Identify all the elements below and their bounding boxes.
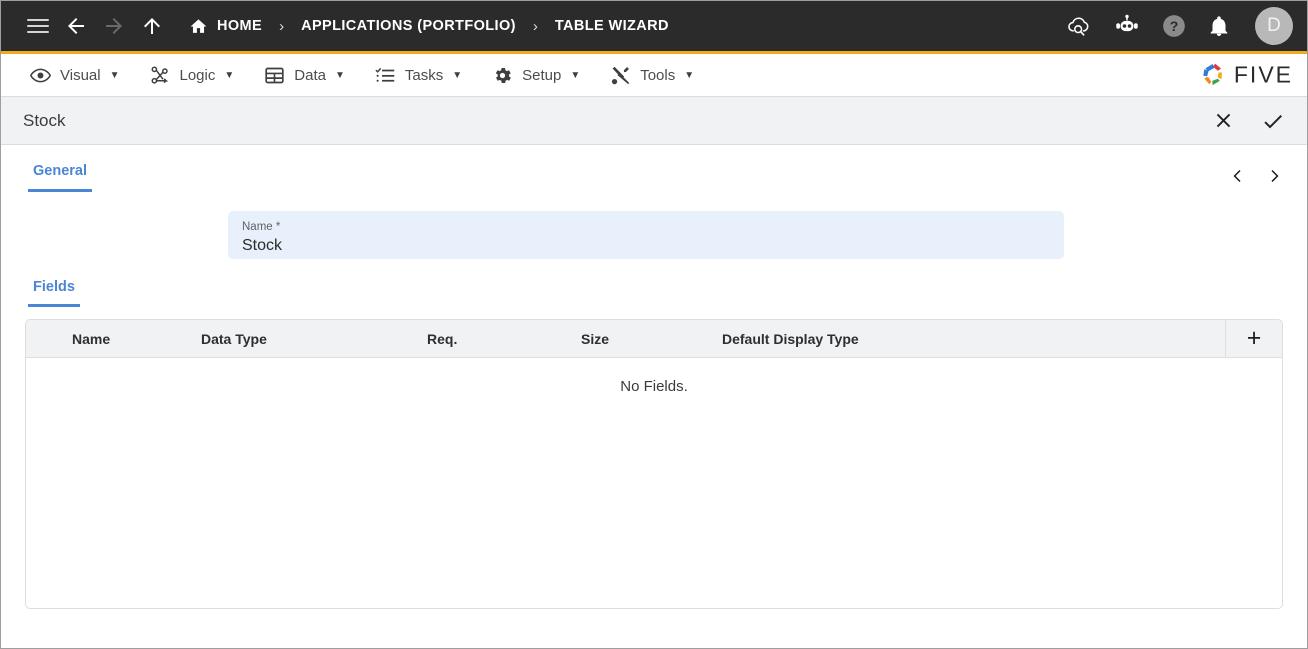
name-input[interactable]: Stock (242, 235, 1050, 257)
fields-table-header: Name Data Type Req. Size Default Display… (26, 320, 1282, 358)
save-button[interactable] (1261, 109, 1285, 133)
column-header-data-type: Data Type (199, 331, 425, 347)
menu-item-tasks[interactable]: Tasks ▼ (360, 54, 477, 96)
breadcrumb-label: APPLICATIONS (PORTFOLIO) (301, 18, 516, 34)
menu-item-logic[interactable]: Logic ▼ (135, 54, 250, 96)
checklist-icon (375, 65, 396, 86)
help-icon: ? (1161, 13, 1187, 39)
chevron-down-icon: ▼ (684, 70, 694, 81)
general-tab-row: General (25, 145, 1283, 192)
application-menu-bar: Visual ▼ Logic ▼ (1, 54, 1307, 97)
chevron-down-icon: ▼ (335, 70, 345, 81)
forward-button[interactable] (95, 7, 133, 45)
app-window: HOME › APPLICATIONS (PORTFOLIO) › TABLE … (0, 0, 1308, 649)
brand-name: FIVE (1234, 62, 1293, 89)
record-header-bar: Stock (1, 97, 1307, 145)
menu-item-tools[interactable]: Tools ▼ (595, 54, 709, 96)
table-grid-icon (264, 65, 285, 86)
menu-item-data[interactable]: Data ▼ (249, 54, 360, 96)
menu-item-label: Logic (180, 67, 216, 84)
assistant-robot-button[interactable] (1113, 14, 1141, 38)
fields-table-empty-message: No Fields. (26, 358, 1282, 395)
fields-tab-row: Fields (25, 259, 1283, 307)
breadcrumb-separator: › (533, 18, 538, 35)
cancel-button[interactable] (1212, 109, 1235, 132)
tools-icon (610, 65, 631, 86)
back-button[interactable] (57, 7, 95, 45)
general-fields: Name * Stock (25, 192, 1283, 259)
avatar[interactable]: D (1255, 7, 1293, 45)
logic-nodes-icon (150, 65, 171, 86)
chevron-down-icon: ▼ (110, 70, 120, 81)
page-title: Stock (23, 111, 66, 131)
svg-text:?: ? (1170, 18, 1179, 34)
previous-record-button[interactable] (1229, 166, 1247, 186)
form-tabs: General (25, 163, 92, 192)
five-pinwheel-logo (1200, 62, 1227, 89)
bell-icon (1207, 14, 1231, 38)
arrow-right-icon (102, 14, 126, 38)
menu-item-label: Tools (640, 67, 675, 84)
hamburger-icon (27, 15, 49, 37)
breadcrumb-label: TABLE WIZARD (555, 18, 669, 34)
breadcrumb-separator: › (279, 18, 284, 35)
home-icon (189, 17, 208, 36)
column-header-size: Size (579, 331, 720, 347)
menu-item-setup[interactable]: Setup ▼ (477, 54, 595, 96)
gear-icon (492, 65, 513, 86)
tab-fields[interactable]: Fields (28, 279, 80, 307)
column-header-req: Req. (425, 331, 579, 347)
next-record-button[interactable] (1265, 166, 1283, 186)
chevron-right-icon (1265, 166, 1283, 186)
add-field-button[interactable]: + (1225, 320, 1282, 357)
record-pager (1229, 166, 1283, 192)
breadcrumb-label: HOME (217, 18, 262, 34)
chevron-down-icon: ▼ (570, 70, 580, 81)
menu-item-visual[interactable]: Visual ▼ (15, 54, 135, 96)
menu-item-label: Tasks (405, 67, 443, 84)
robot-icon (1113, 14, 1141, 38)
breadcrumb: HOME › APPLICATIONS (PORTFOLIO) › TABLE … (189, 17, 1066, 36)
tab-general[interactable]: General (28, 163, 92, 192)
notifications-button[interactable] (1207, 14, 1231, 38)
arrow-up-icon (140, 14, 164, 38)
breadcrumb-item-table-wizard[interactable]: TABLE WIZARD (555, 18, 669, 34)
arrow-left-icon (64, 14, 88, 38)
up-button[interactable] (133, 7, 171, 45)
column-header-name: Name (26, 331, 199, 347)
chevron-left-icon (1229, 166, 1247, 186)
hamburger-menu-button[interactable] (19, 7, 57, 45)
fields-table: Name Data Type Req. Size Default Display… (25, 319, 1283, 609)
breadcrumb-item-home[interactable]: HOME (189, 17, 262, 36)
eye-icon (30, 65, 51, 86)
chevron-down-icon: ▼ (452, 70, 462, 81)
name-field[interactable]: Name * Stock (228, 211, 1064, 259)
chevron-down-icon: ▼ (224, 70, 234, 81)
breadcrumb-item-applications[interactable]: APPLICATIONS (PORTFOLIO) (301, 18, 516, 34)
menu-item-label: Setup (522, 67, 561, 84)
close-icon (1212, 109, 1235, 132)
cloud-search-icon (1066, 13, 1093, 40)
checkmark-icon (1261, 109, 1285, 133)
top-bar-actions: ? D (1066, 7, 1293, 45)
menu-item-label: Data (294, 67, 326, 84)
cloud-search-button[interactable] (1066, 13, 1093, 40)
form-content-area: General Name * Stock (1, 145, 1307, 648)
top-navigation-bar: HOME › APPLICATIONS (PORTFOLIO) › TABLE … (1, 1, 1307, 54)
menu-item-label: Visual (60, 67, 101, 84)
help-button[interactable]: ? (1161, 13, 1187, 39)
record-header-actions (1212, 109, 1285, 133)
brand-logo: FIVE (1200, 62, 1293, 89)
column-header-default-display-type: Default Display Type (720, 331, 1225, 347)
name-field-label: Name * (242, 220, 1050, 234)
